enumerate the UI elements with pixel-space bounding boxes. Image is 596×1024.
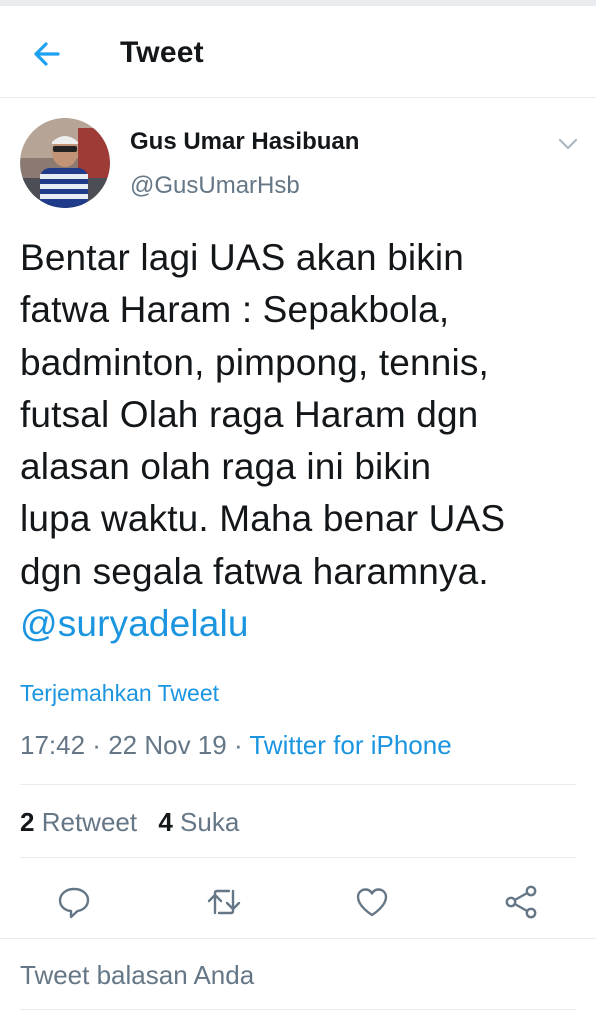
tweet-text: Bentar lagi UAS akan bikin fatwa Haram :… — [20, 232, 590, 650]
engagement-stats: 2 Retweet 4 Suka — [20, 807, 239, 838]
tweet-line: lupa waktu. Maha benar UAS — [20, 498, 506, 540]
tweet-line: futsal Olah raga Haram dgn — [20, 393, 479, 435]
arrow-left-icon — [34, 42, 60, 66]
retweets-label: Retweet — [41, 807, 138, 837]
retweet-button[interactable] — [204, 882, 244, 922]
reply-button[interactable] — [54, 882, 94, 922]
reply-placeholder: Tweet balasan Anda — [20, 960, 255, 990]
tweet-line: dgn segala fatwa haramnya. — [20, 550, 489, 592]
divider — [20, 784, 576, 785]
likes-stat[interactable]: 4 Suka — [158, 807, 239, 837]
likes-count: 4 — [158, 807, 173, 837]
top-app-bar: Tweet — [0, 6, 596, 98]
tweet-source-link[interactable]: Twitter for iPhone — [249, 730, 451, 760]
page-title: Tweet — [120, 36, 204, 69]
like-icon — [356, 888, 388, 917]
tweet-detail-screen: Tweet Gus Umar Hasibuan @GusUmarHsb Bent… — [0, 0, 596, 1024]
likes-label: Suka — [180, 807, 240, 837]
tweet-actions-bar — [0, 870, 596, 930]
tweet-line: alasan olah raga ini bikin — [20, 446, 432, 488]
tweet-menu-button[interactable] — [556, 134, 580, 154]
tweet-line: fatwa Haram : Sepakbola, — [20, 289, 450, 331]
back-button[interactable] — [30, 38, 64, 70]
author-name[interactable]: Gus Umar Hasibuan — [130, 128, 359, 156]
tweet-date: 22 Nov 19 — [108, 730, 227, 760]
retweet-icon — [207, 889, 241, 915]
meta-separator: · — [226, 730, 250, 760]
avatar[interactable] — [20, 118, 110, 208]
share-button[interactable] — [502, 882, 542, 922]
tweet-line: Bentar lagi UAS akan bikin — [20, 237, 465, 278]
chevron-down-icon — [558, 138, 578, 150]
reply-icon — [58, 887, 90, 919]
tweet-meta: 17:42 · 22 Nov 19 · Twitter for iPhone — [20, 730, 452, 761]
mention-link[interactable]: @suryadelalu — [20, 598, 590, 650]
tweet-line: badminton, pimpong, tennis, — [20, 341, 489, 383]
avatar-image — [20, 118, 110, 208]
translate-tweet-link[interactable]: Terjemahkan Tweet — [20, 680, 219, 707]
retweets-stat[interactable]: 2 Retweet — [20, 807, 137, 837]
tweet-time: 17:42 — [20, 730, 86, 760]
retweets-count: 2 — [20, 807, 35, 837]
like-button[interactable] — [352, 882, 392, 922]
meta-separator: · — [85, 730, 109, 760]
divider — [20, 857, 576, 858]
reply-input[interactable]: Tweet balasan Anda — [20, 960, 576, 1010]
divider — [0, 938, 596, 939]
share-icon — [505, 885, 537, 919]
author-handle[interactable]: @GusUmarHsb — [130, 172, 300, 200]
